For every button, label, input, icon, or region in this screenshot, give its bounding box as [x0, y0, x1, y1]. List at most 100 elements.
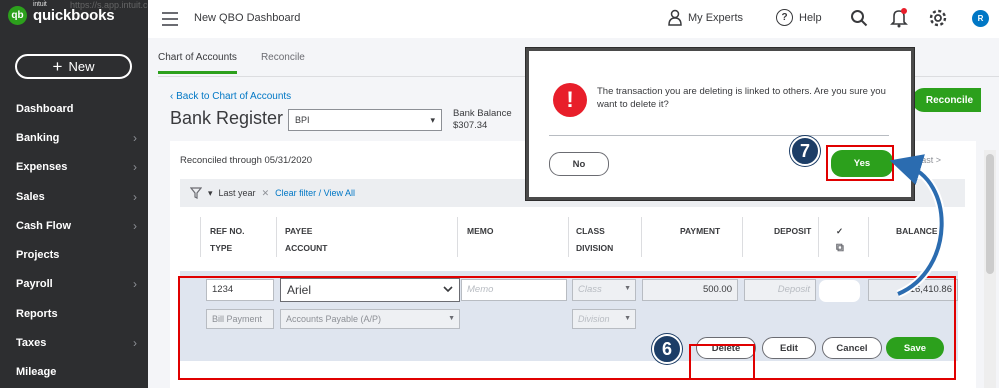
cleared-status-field[interactable] [818, 279, 861, 303]
save-button[interactable]: Save [886, 337, 944, 359]
sidebar-item-label: Reports [16, 307, 58, 320]
page-scrollbar[interactable] [984, 150, 996, 388]
col-deposit[interactable]: DEPOSIT [774, 223, 811, 240]
sidebar-item-label: Taxes [16, 337, 47, 350]
help-button[interactable]: ? Help [776, 9, 822, 26]
filter-dropdown-icon[interactable]: ▾ [208, 188, 213, 199]
col-memo[interactable]: MEMO [467, 223, 493, 240]
class-select[interactable]: Class ▼ [572, 279, 636, 301]
page-title: New QBO Dashboard [194, 12, 301, 24]
memo-input[interactable]: Memo [461, 279, 567, 301]
sidebar-item-taxes[interactable]: Taxes › [0, 328, 148, 357]
sidebar-item-label: Mileage [16, 366, 57, 379]
col-division[interactable]: DIVISION [576, 240, 613, 257]
filter-icon[interactable] [190, 187, 202, 199]
my-experts-button[interactable]: My Experts [668, 9, 743, 26]
payment-input[interactable]: 500.00 [642, 279, 738, 301]
avatar[interactable]: R [972, 10, 989, 27]
chevron-right-icon: › [133, 277, 137, 292]
person-icon [668, 9, 682, 26]
sidebar-item-projects[interactable]: Projects [0, 240, 148, 269]
col-payee[interactable]: PAYEE [285, 223, 328, 240]
hamburger-menu-icon[interactable] [162, 12, 178, 30]
yes-button[interactable]: Yes [831, 150, 893, 177]
register-title: Bank Register [170, 108, 284, 128]
sidebar-item-label: Projects [16, 249, 60, 262]
top-bar: New QBO Dashboard My Experts ? Help R [148, 0, 999, 38]
reconcile-button[interactable]: Reconcile [912, 88, 981, 112]
sidebar: https://s.app.intuit.com qb intuit quick… [0, 0, 160, 388]
caret-down-icon: ▼ [448, 315, 455, 322]
bell-icon[interactable] [890, 8, 908, 28]
step-7-badge: 7 [790, 136, 820, 166]
clear-filter-link[interactable]: Clear filter / View All [275, 188, 355, 198]
tab-bar: Chart of Accounts Reconcile [158, 52, 305, 74]
sidebar-item-label: Banking [16, 131, 60, 144]
pagination-last-link[interactable]: Last > [916, 155, 941, 165]
tab-reconcile[interactable]: Reconcile [261, 52, 305, 74]
payee-select[interactable]: Ariel [280, 278, 460, 302]
col-payment[interactable]: PAYMENT [680, 223, 720, 240]
step-6-badge: 6 [652, 334, 682, 364]
tab-chart-of-accounts[interactable]: Chart of Accounts [158, 52, 237, 74]
chevron-right-icon: › [133, 160, 137, 175]
dialog-divider [549, 135, 889, 136]
app-root: https://s.app.intuit.com qb intuit quick… [0, 0, 999, 388]
help-icon: ? [776, 9, 793, 26]
copy-icon[interactable]: ⧉ [836, 240, 844, 257]
chevron-right-icon: › [133, 336, 137, 351]
caret-down-icon: ▾ [430, 115, 435, 125]
sidebar-item-mileage[interactable]: Mileage [0, 358, 148, 387]
filter-range[interactable]: Last year [219, 188, 256, 198]
account-select[interactable]: BPI ▾ [288, 109, 442, 131]
plus-icon: + [52, 57, 63, 76]
new-button-label: New [68, 59, 95, 74]
register-column-headers: REF NO. TYPE PAYEE ACCOUNT MEMO CLASS DIVIS… [180, 217, 965, 257]
sidebar-item-banking[interactable]: Banking › [0, 123, 148, 152]
sidebar-nav: Dashboard Banking › Expenses › Sales › Cash… [0, 94, 148, 387]
division-select[interactable]: Division ▼ [572, 309, 636, 329]
col-cleared-check[interactable]: ✓ [836, 223, 844, 240]
gear-icon[interactable] [928, 8, 948, 28]
back-to-chart-link[interactable]: ‹ Back to Chart of Accounts [170, 91, 291, 102]
confirm-delete-dialog: ! The transaction you are deleting is li… [526, 48, 914, 200]
reconciled-through-text: Reconciled through 05/31/2020 [180, 155, 313, 166]
sidebar-item-expenses[interactable]: Expenses › [0, 153, 148, 182]
bank-balance-value: $307.34 [453, 120, 488, 131]
no-button[interactable]: No [549, 152, 609, 176]
ref-no-input[interactable]: 1234 [206, 279, 274, 301]
my-experts-label: My Experts [688, 11, 744, 24]
sidebar-item-cash-flow[interactable]: Cash Flow › [0, 211, 148, 240]
sidebar-item-payroll[interactable]: Payroll › [0, 270, 148, 299]
account-select-field-value: Accounts Payable (A/P) [286, 314, 382, 324]
sidebar-item-reports[interactable]: Reports [0, 299, 148, 328]
delete-button[interactable]: Delete [696, 337, 756, 359]
deposit-input[interactable]: Deposit [744, 279, 816, 301]
help-label: Help [799, 11, 822, 24]
account-select-value: BPI [295, 115, 310, 125]
col-type[interactable]: TYPE [210, 240, 244, 257]
new-button[interactable]: + New [15, 54, 132, 79]
scrollbar-thumb[interactable] [986, 154, 994, 274]
division-placeholder: Division [578, 314, 610, 324]
caret-down-icon: ▼ [624, 285, 631, 292]
edit-button[interactable]: Edit [762, 337, 816, 359]
sidebar-item-dashboard[interactable]: Dashboard [0, 94, 148, 123]
balance-value: 16,410.86 [868, 279, 958, 301]
quickbooks-logo[interactable]: qb intuit quickbooks [8, 1, 115, 25]
col-class[interactable]: CLASS [576, 223, 613, 240]
cancel-button[interactable]: Cancel [822, 337, 882, 359]
account-select-field[interactable]: Accounts Payable (A/P) ▼ [280, 309, 460, 329]
col-balance[interactable]: BALANCE [896, 223, 938, 240]
brand-name: quickbooks [33, 7, 115, 24]
chevron-right-icon: › [133, 218, 137, 233]
sidebar-item-label: Dashboard [16, 102, 74, 115]
chevron-right-icon: › [133, 189, 137, 204]
caret-down-icon: ▼ [624, 315, 631, 322]
sidebar-item-sales[interactable]: Sales › [0, 182, 148, 211]
col-ref-no[interactable]: REF NO. [210, 223, 244, 240]
search-icon[interactable] [850, 9, 868, 27]
bank-balance: Bank Balance $307.34 [453, 108, 512, 132]
col-account[interactable]: ACCOUNT [285, 240, 328, 257]
clear-range-icon[interactable]: ✕ [262, 188, 270, 199]
